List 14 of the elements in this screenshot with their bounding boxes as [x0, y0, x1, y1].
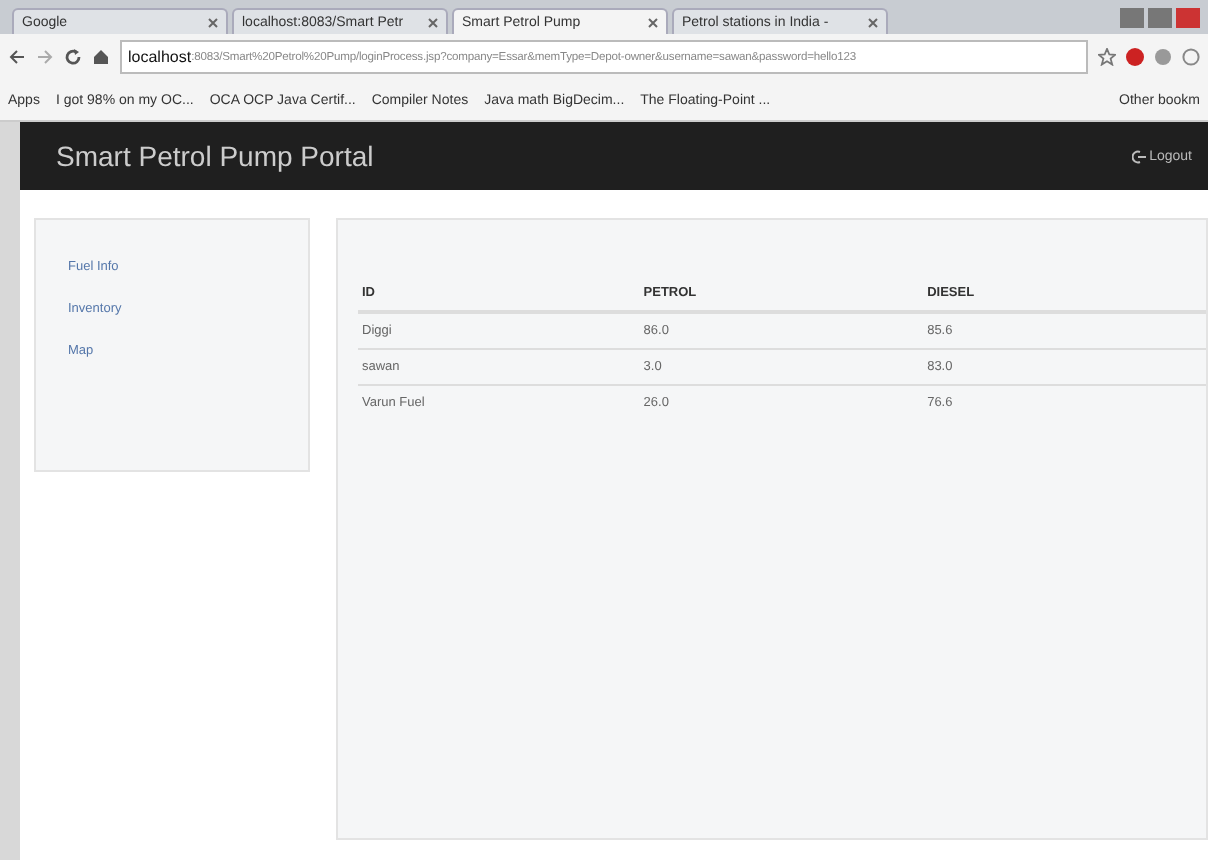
- minimize-button[interactable]: [1120, 7, 1144, 27]
- reload-icon[interactable]: [64, 48, 82, 66]
- portal-title: Smart Petrol Pump Portal: [56, 140, 374, 172]
- logout-icon: [1131, 149, 1146, 163]
- back-icon[interactable]: [8, 48, 26, 66]
- close-button[interactable]: [1176, 7, 1200, 27]
- close-icon[interactable]: [648, 17, 658, 27]
- close-icon[interactable]: [428, 17, 438, 27]
- close-icon[interactable]: [208, 17, 218, 27]
- star-icon[interactable]: [1098, 48, 1116, 66]
- home-icon[interactable]: [92, 48, 110, 66]
- maximize-button[interactable]: [1148, 7, 1172, 27]
- menu-icon[interactable]: [1182, 48, 1200, 66]
- close-icon[interactable]: [868, 17, 878, 27]
